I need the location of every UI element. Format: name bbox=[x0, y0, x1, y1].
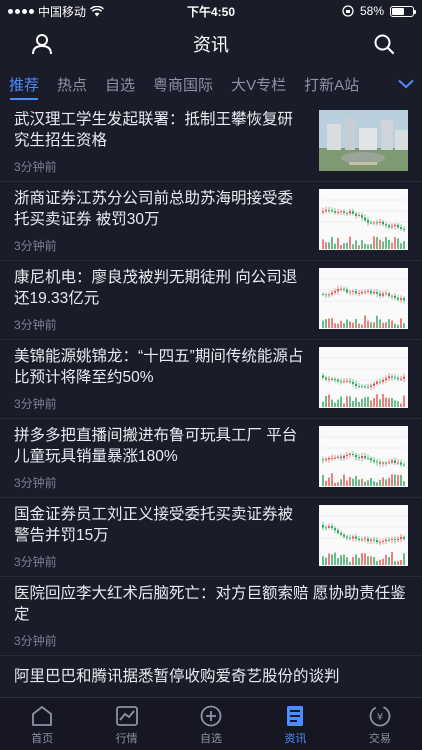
news-thumbnail-chart bbox=[319, 505, 408, 566]
nav-label: 资讯 bbox=[284, 733, 307, 745]
news-thumbnail-chart bbox=[319, 268, 408, 329]
news-time: 3分钟前 bbox=[14, 160, 57, 174]
news-title: 美锦能源姚锦龙：“十四五”期间传统能源占比预计将降至约50% bbox=[14, 348, 304, 386]
news-title: 医院回应李大红术后脑死亡：对方巨额索赔 愿协助责任鉴定 bbox=[14, 585, 406, 623]
tab-bigv-column[interactable]: 大V专栏 bbox=[222, 66, 295, 102]
news-item[interactable]: 浙商证券江苏分公司前总助苏海明接受委托买卖证券 被罚30万 3分钟前 bbox=[0, 182, 422, 261]
status-bar: 中国移动 下午4:50 58% bbox=[0, 0, 422, 22]
news-item[interactable]: 医院回应李大红术后脑死亡：对方巨额索赔 愿协助责任鉴定 3分钟前 bbox=[0, 577, 422, 656]
user-icon bbox=[32, 34, 52, 55]
nav-trade[interactable]: ¥ 交易 bbox=[338, 698, 422, 750]
news-time: 3分钟前 bbox=[14, 397, 57, 411]
category-tabs: 推荐 热点 自选 粤商国际 大V专栏 打新A站 bbox=[0, 66, 422, 102]
market-chart-icon bbox=[115, 706, 138, 726]
signal-icon bbox=[8, 8, 34, 14]
news-time: 3分钟前 bbox=[14, 555, 57, 569]
page-title: 资讯 bbox=[193, 35, 229, 55]
carrier-label: 中国移动 bbox=[38, 4, 87, 19]
tab-more-button[interactable] bbox=[382, 66, 422, 102]
news-title: 国金证券员工刘正义接受委托买卖证券被警告并罚15万 bbox=[14, 506, 294, 544]
news-icon bbox=[287, 706, 304, 726]
search-button[interactable] bbox=[368, 28, 400, 60]
news-item[interactable]: 康尼机电：廖良茂被判无期徒刑 向公司退还19.33亿元 3分钟前 bbox=[0, 261, 422, 340]
news-title: 康尼机电：廖良茂被判无期徒刑 向公司退还19.33亿元 bbox=[14, 269, 298, 307]
chevron-down-icon bbox=[398, 79, 414, 89]
tab-recommend[interactable]: 推荐 bbox=[0, 66, 48, 102]
nav-home[interactable]: 首页 bbox=[0, 698, 84, 750]
news-item[interactable]: 美锦能源姚锦龙：“十四五”期间传统能源占比预计将降至约50% 3分钟前 bbox=[0, 340, 422, 419]
tab-yueshang-intl[interactable]: 粤商国际 bbox=[144, 66, 222, 102]
news-thumbnail-photo bbox=[319, 110, 408, 171]
rotation-lock-icon bbox=[342, 5, 354, 17]
nav-watchlist[interactable]: 自选 bbox=[169, 698, 253, 750]
trade-icon: ¥ bbox=[369, 705, 391, 727]
news-item[interactable]: 国金证券员工刘正义接受委托买卖证券被警告并罚15万 3分钟前 bbox=[0, 498, 422, 577]
news-list: 武汉理工学生发起联署：抵制王攀恢复研究生招生资格 3分钟前 浙商证券江苏分公司前… bbox=[0, 103, 422, 697]
news-title: 浙商证券江苏分公司前总助苏海明接受委托买卖证券 被罚30万 bbox=[14, 190, 294, 228]
bottom-navigation: 首页 行情 自选 资讯 ¥ 交易 bbox=[0, 697, 422, 750]
profile-button[interactable] bbox=[26, 28, 58, 60]
nav-label: 行情 bbox=[115, 733, 138, 745]
news-thumbnail-chart bbox=[319, 189, 408, 250]
battery-percent: 58% bbox=[359, 4, 384, 18]
status-time: 下午4:50 bbox=[186, 4, 236, 19]
news-title: 阿里巴巴和腾讯据悉暂停收购爱奇艺股份的谈判 bbox=[14, 668, 340, 685]
search-icon bbox=[374, 34, 395, 55]
news-time: 3分钟前 bbox=[14, 476, 57, 490]
nav-label: 交易 bbox=[368, 733, 391, 745]
app-header: 资讯 bbox=[0, 22, 422, 66]
news-time: 3分钟前 bbox=[14, 318, 57, 332]
news-time: 3分钟前 bbox=[14, 239, 57, 253]
nav-label: 自选 bbox=[200, 733, 223, 745]
news-item[interactable]: 阿里巴巴和腾讯据悉暂停收购爱奇艺股份的谈判 bbox=[0, 656, 422, 696]
wifi-icon bbox=[90, 5, 105, 16]
tab-watchlist[interactable]: 自选 bbox=[96, 66, 144, 102]
tab-ipo-a-station[interactable]: 打新A站 bbox=[295, 66, 368, 102]
add-circle-icon bbox=[200, 705, 222, 727]
svg-text:¥: ¥ bbox=[377, 712, 383, 723]
news-thumbnail-chart bbox=[319, 347, 408, 408]
nav-label: 首页 bbox=[31, 733, 54, 745]
news-time: 3分钟前 bbox=[14, 634, 57, 648]
battery-icon bbox=[390, 5, 416, 17]
home-icon bbox=[32, 705, 53, 726]
nav-market[interactable]: 行情 bbox=[84, 698, 168, 750]
news-title: 武汉理工学生发起联署：抵制王攀恢复研究生招生资格 bbox=[14, 111, 294, 149]
nav-news[interactable]: 资讯 bbox=[253, 698, 337, 750]
news-title: 拼多多把直播间搬进布鲁可玩具工厂 平台儿童玩具销量暴涨180% bbox=[14, 427, 298, 465]
news-thumbnail-chart bbox=[319, 426, 408, 487]
news-item[interactable]: 武汉理工学生发起联署：抵制王攀恢复研究生招生资格 3分钟前 bbox=[0, 103, 422, 182]
tab-hot[interactable]: 热点 bbox=[48, 66, 96, 102]
news-item[interactable]: 拼多多把直播间搬进布鲁可玩具工厂 平台儿童玩具销量暴涨180% 3分钟前 bbox=[0, 419, 422, 498]
